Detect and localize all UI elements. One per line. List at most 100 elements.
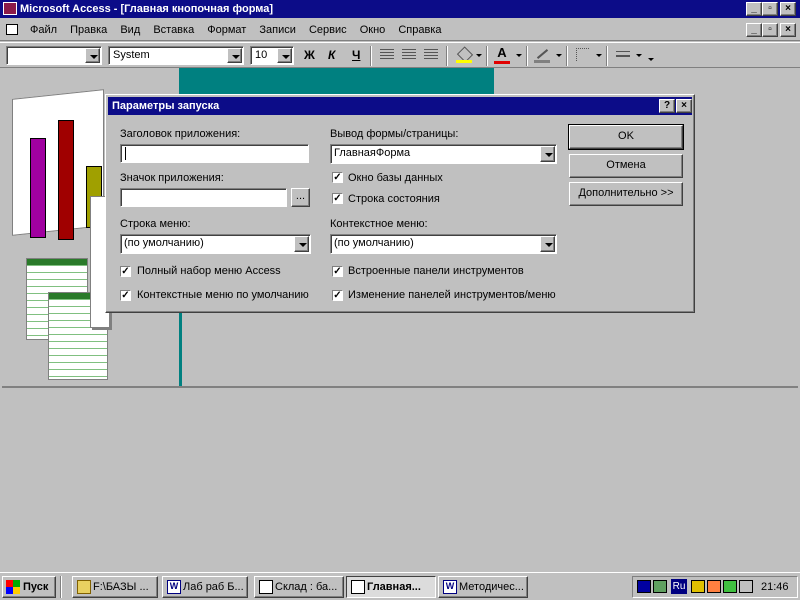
border-icon[interactable] bbox=[576, 48, 589, 61]
task-word-lab[interactable]: W Лаб раб Б... bbox=[162, 576, 248, 598]
menu-insert[interactable]: Вставка bbox=[153, 24, 194, 36]
dialog-title-bar: Параметры запуска ? × bbox=[108, 97, 692, 115]
italic-button[interactable]: К bbox=[328, 48, 335, 62]
menu-format[interactable]: Формат bbox=[207, 24, 246, 36]
status-bar-label[interactable]: Строка состояния bbox=[348, 193, 440, 205]
font-color-icon[interactable]: A bbox=[494, 45, 510, 65]
monitor-icon[interactable] bbox=[637, 580, 651, 593]
word-icon: W bbox=[443, 580, 457, 594]
network-icon[interactable] bbox=[653, 580, 667, 593]
ok-button[interactable]: OK bbox=[568, 124, 684, 150]
app-icon-input[interactable] bbox=[120, 188, 287, 207]
default-context-label[interactable]: Контекстные меню по умолчанию bbox=[137, 289, 309, 301]
font-size-combo[interactable]: 10 bbox=[250, 46, 294, 65]
chevron-down-icon[interactable] bbox=[596, 54, 602, 57]
restore-button[interactable]: ▫ bbox=[762, 2, 778, 16]
chevron-down-icon[interactable] bbox=[540, 236, 555, 252]
shortcut-menu-label: Контекстное меню: bbox=[330, 218, 428, 230]
browse-icon-button[interactable]: ... bbox=[291, 188, 310, 207]
chevron-down-icon[interactable] bbox=[636, 54, 642, 57]
toolbar-changes-checkbox[interactable]: ✓ bbox=[332, 290, 343, 301]
task-word-method[interactable]: W Методичес... bbox=[438, 576, 528, 598]
help-button[interactable]: ? bbox=[659, 99, 675, 113]
minimize-button[interactable]: _ bbox=[746, 2, 762, 16]
status-bar-checkbox[interactable]: ✓ bbox=[332, 193, 343, 204]
toolbar-changes-label[interactable]: Изменение панелей инструментов/меню bbox=[348, 289, 556, 301]
fill-color-icon[interactable] bbox=[456, 46, 474, 63]
menu-view[interactable]: Вид bbox=[120, 24, 140, 36]
app-icon-label: Значок приложения: bbox=[120, 172, 224, 184]
dialog-close-button[interactable]: × bbox=[676, 99, 692, 113]
tray-check-icon[interactable] bbox=[723, 580, 737, 593]
app-title-bar: Microsoft Access - [Главная кнопочная фо… bbox=[0, 0, 800, 18]
toolbar-separator bbox=[606, 46, 608, 66]
chevron-down-icon[interactable] bbox=[556, 54, 562, 57]
menu-help[interactable]: Справка bbox=[398, 24, 441, 36]
close-button[interactable]: × bbox=[780, 2, 796, 16]
chevron-down-icon[interactable] bbox=[277, 48, 292, 63]
dialog-title: Параметры запуска bbox=[112, 100, 220, 112]
system-tray: Ru 21:46 bbox=[632, 576, 798, 598]
menu-file[interactable]: Файл bbox=[30, 24, 57, 36]
task-warehouse[interactable]: Склад : ба... bbox=[254, 576, 344, 598]
language-indicator[interactable]: Ru bbox=[671, 579, 687, 594]
chevron-down-icon[interactable] bbox=[540, 146, 555, 162]
chevron-down-icon[interactable] bbox=[516, 54, 522, 57]
chevron-down-icon[interactable] bbox=[648, 58, 654, 61]
cancel-button[interactable]: Отмена bbox=[569, 154, 683, 178]
shortcut-menu-combo[interactable]: (по умолчанию) bbox=[330, 234, 557, 254]
align-center-icon[interactable] bbox=[402, 49, 416, 61]
form-icon bbox=[351, 580, 365, 594]
access-icon[interactable] bbox=[3, 2, 17, 15]
chevron-down-icon[interactable] bbox=[294, 236, 309, 252]
tray-tool-icon[interactable] bbox=[707, 580, 721, 593]
startup-dialog: Параметры запуска ? × Заголовок приложен… bbox=[105, 94, 695, 313]
form-icon[interactable] bbox=[6, 24, 18, 35]
menu-window[interactable]: Окно bbox=[360, 24, 386, 36]
builtin-toolbars-label[interactable]: Встроенные панели инструментов bbox=[348, 265, 524, 277]
app-title-input[interactable] bbox=[120, 144, 309, 163]
line-width-icon[interactable] bbox=[616, 51, 630, 57]
clock[interactable]: 21:46 bbox=[761, 580, 789, 594]
form-header-band bbox=[179, 68, 494, 94]
folder-icon bbox=[77, 580, 91, 594]
bold-button[interactable]: Ж bbox=[304, 48, 315, 62]
doc-minimize-button[interactable]: _ bbox=[746, 23, 762, 37]
builtin-toolbars-checkbox[interactable]: ✓ bbox=[332, 266, 343, 277]
display-form-combo[interactable]: ГлавнаяФорма bbox=[330, 144, 557, 164]
toolbar-separator bbox=[370, 46, 372, 66]
underline-button[interactable]: Ч bbox=[352, 48, 360, 62]
chevron-down-icon[interactable] bbox=[476, 54, 482, 57]
doc-restore-button[interactable]: ▫ bbox=[762, 23, 778, 37]
toolbar-separator bbox=[526, 46, 528, 66]
database-icon bbox=[259, 580, 273, 594]
menu-records[interactable]: Записи bbox=[259, 24, 296, 36]
word-icon: W bbox=[167, 580, 181, 594]
formatting-toolbar: System 10 Ж К Ч A bbox=[0, 42, 800, 68]
align-right-icon[interactable] bbox=[424, 49, 438, 61]
menu-tools[interactable]: Сервис bbox=[309, 24, 347, 36]
default-context-checkbox[interactable]: ✓ bbox=[120, 290, 131, 301]
task-folder[interactable]: F:\БАЗЫ ... bbox=[72, 576, 158, 598]
toolbar-separator bbox=[566, 46, 568, 66]
advanced-button[interactable]: Дополнительно >> bbox=[569, 182, 683, 206]
object-combo[interactable] bbox=[6, 46, 102, 65]
start-button[interactable]: Пуск bbox=[2, 576, 56, 598]
align-left-icon[interactable] bbox=[380, 49, 394, 61]
full-menus-checkbox[interactable]: ✓ bbox=[120, 266, 131, 277]
db-window-checkbox[interactable]: ✓ bbox=[332, 172, 343, 183]
doc-close-button[interactable]: × bbox=[780, 23, 796, 37]
menu-edit[interactable]: Правка bbox=[70, 24, 107, 36]
db-window-label[interactable]: Окно базы данных bbox=[348, 172, 443, 184]
menu-bar-combo[interactable]: (по умолчанию) bbox=[120, 234, 311, 254]
chevron-down-icon[interactable] bbox=[227, 48, 242, 63]
volume-icon[interactable] bbox=[739, 580, 753, 593]
antivirus-icon[interactable] bbox=[691, 580, 705, 593]
font-combo[interactable]: System bbox=[108, 46, 244, 65]
workspace bbox=[0, 388, 800, 572]
line-color-icon[interactable] bbox=[534, 47, 550, 63]
full-menus-label[interactable]: Полный набор меню Access bbox=[137, 265, 281, 277]
chevron-down-icon[interactable] bbox=[85, 48, 100, 63]
task-main-form[interactable]: Главная... bbox=[346, 576, 436, 598]
display-form-label: Вывод формы/страницы: bbox=[330, 128, 459, 140]
